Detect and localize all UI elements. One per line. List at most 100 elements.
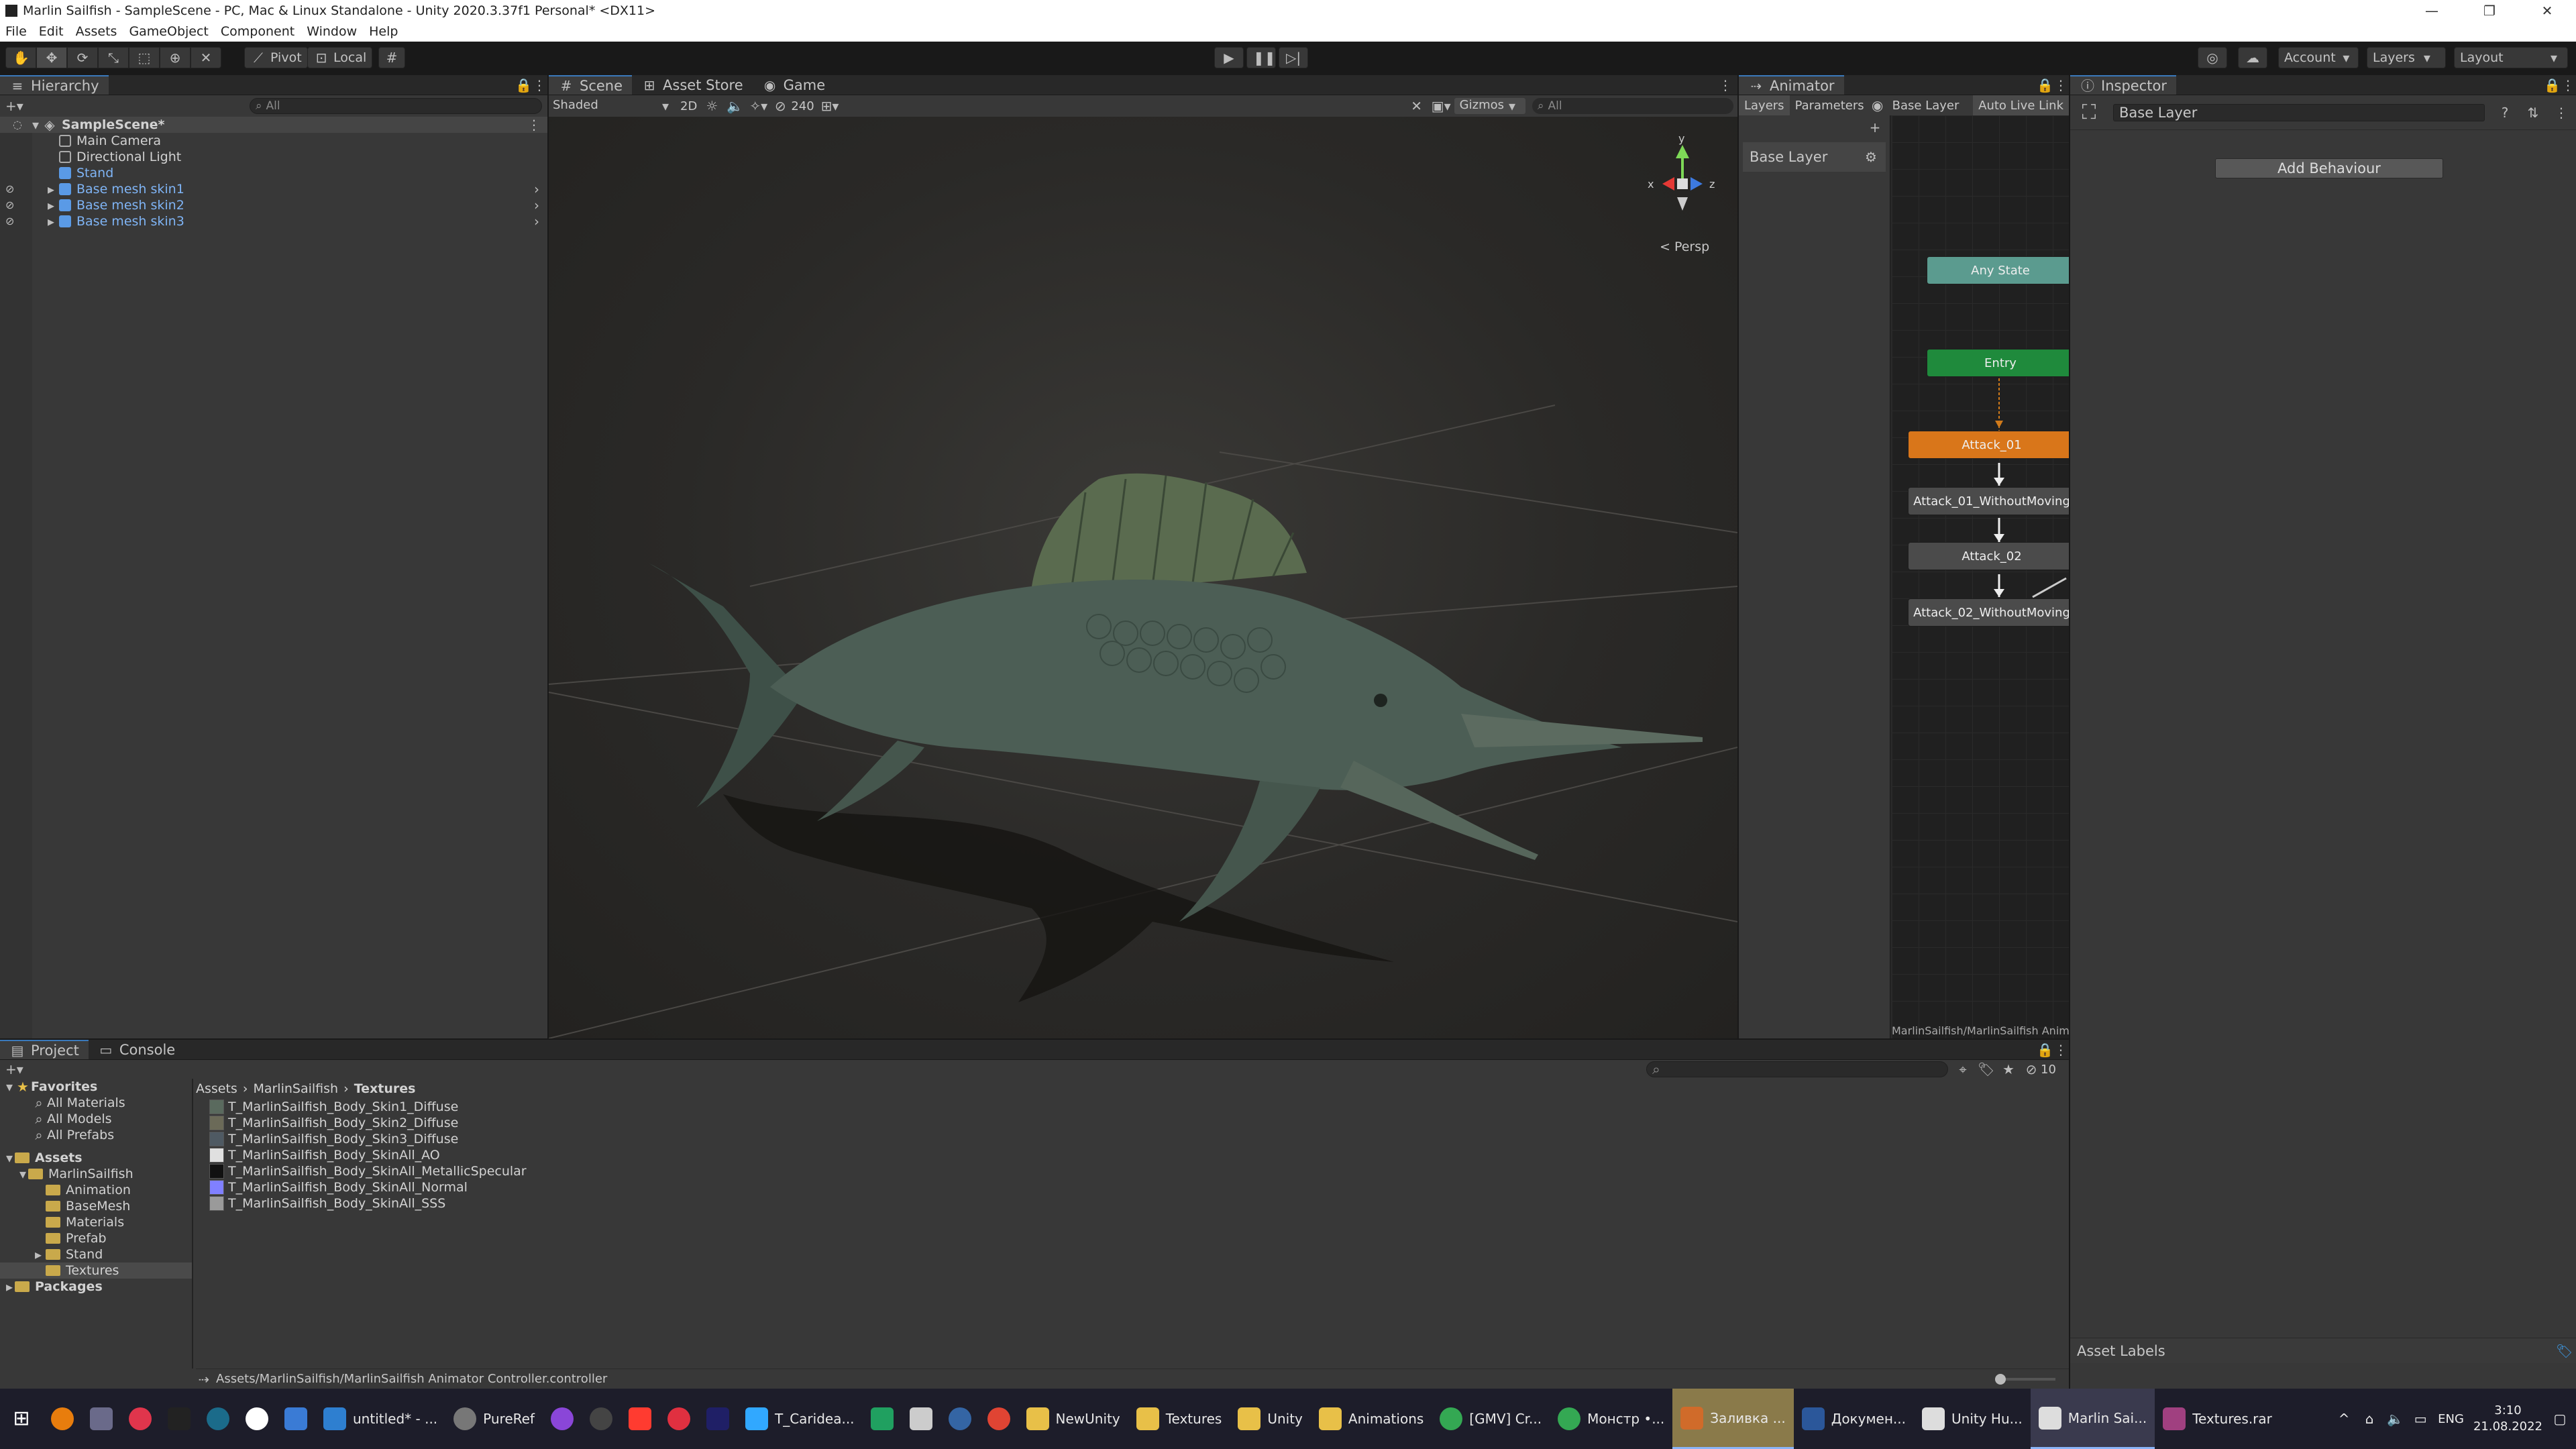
assets-root-row[interactable]: ▾ Assets	[0, 1150, 192, 1166]
chevron-right-icon[interactable]: ›	[529, 181, 545, 197]
tab-asset-store[interactable]: ⊞ Asset Store	[632, 75, 753, 95]
menu-edit[interactable]: Edit	[39, 24, 64, 39]
hidden-objects-counter[interactable]: ⊘ 240	[772, 98, 814, 114]
add-behaviour-button[interactable]: Add Behaviour	[2215, 158, 2443, 178]
folder-row-selected[interactable]: Textures	[0, 1263, 192, 1279]
close-button[interactable]: ✕	[2518, 3, 2576, 19]
move-tool-button[interactable]: ✥	[36, 47, 67, 68]
hierarchy-item[interactable]: ⊘ ▸ Base mesh skin1 ›	[0, 181, 547, 197]
favorite-item[interactable]: ⌕ All Prefabs	[0, 1127, 192, 1143]
taskbar-item[interactable]: Textures	[1128, 1389, 1230, 1449]
gear-icon[interactable]: ⚙	[1863, 149, 1879, 165]
chevron-right-icon[interactable]: ▸	[43, 213, 59, 229]
local-toggle[interactable]: ⊡ Local	[307, 47, 373, 68]
eye-icon[interactable]: ◉	[1870, 97, 1886, 113]
preset-icon[interactable]: ⇅	[2525, 105, 2541, 121]
filter-type-icon[interactable]: ⌖	[1955, 1061, 1971, 1077]
lock-icon[interactable]: 🔒	[2037, 77, 2053, 93]
hierarchy-item[interactable]: Directional Light	[0, 149, 547, 165]
add-icon[interactable]: +▾	[5, 98, 23, 114]
taskbar-app[interactable]	[43, 1389, 82, 1449]
chevron-up-icon[interactable]: ^	[2336, 1411, 2352, 1427]
collab-button[interactable]: ◎	[2198, 47, 2227, 68]
taskbar-app[interactable]	[276, 1389, 315, 1449]
taskbar-item[interactable]	[543, 1389, 582, 1449]
tab-game[interactable]: ◉ Game	[753, 75, 835, 95]
favorite-item[interactable]: ⌕ All Models	[0, 1111, 192, 1127]
file-row[interactable]: T_MarlinSailfish_Body_Skin3_Diffuse	[196, 1131, 2068, 1147]
breadcrumb-item[interactable]: Assets	[196, 1081, 237, 1096]
effects-icon[interactable]: ✧▾	[749, 98, 767, 114]
cloud-button[interactable]: ☁	[2238, 47, 2267, 68]
folder-row[interactable]: ▸ Stand	[0, 1246, 192, 1263]
taskbar-item[interactable]: Unity	[1230, 1389, 1311, 1449]
more-icon[interactable]: ⋮	[2053, 1042, 2069, 1058]
taskbar-item[interactable]: NewUnity	[1018, 1389, 1128, 1449]
battery-icon[interactable]: ▭	[2412, 1411, 2428, 1427]
menu-help[interactable]: Help	[369, 24, 398, 39]
hierarchy-item[interactable]: Stand	[0, 165, 547, 181]
tag-icon[interactable]: 🏷	[2556, 1343, 2573, 1359]
more-icon[interactable]: ⋮	[531, 77, 547, 93]
layers-dropdown[interactable]: Layers ▾	[2367, 47, 2446, 68]
2d-toggle[interactable]: 2D	[680, 99, 697, 113]
state-graph[interactable]: Any State Entry Attack_01 Attack_01_With…	[1892, 115, 2069, 1038]
chevron-right-icon[interactable]: ›	[529, 213, 545, 229]
chevron-down-icon[interactable]: ▾	[30, 117, 42, 133]
tools-icon[interactable]: ✕	[1409, 98, 1425, 114]
favorites-row[interactable]: ▾ ★ Favorites	[0, 1079, 192, 1095]
layer-name-field[interactable]: Base Layer	[2113, 103, 2485, 121]
chevron-right-icon[interactable]: ›	[529, 197, 545, 213]
file-row[interactable]: T_MarlinSailfish_Body_Skin2_Diffuse	[196, 1115, 2068, 1131]
taskbar-app[interactable]	[160, 1389, 199, 1449]
audio-icon[interactable]: 🔈	[727, 98, 743, 114]
shading-dropdown[interactable]: Shaded ▾	[553, 98, 674, 114]
more-icon[interactable]: ⋮	[2560, 77, 2576, 93]
hidden-eye-icon[interactable]: ⊘	[5, 181, 43, 197]
lock-icon[interactable]: 🔒	[2544, 77, 2561, 93]
chevron-right-icon[interactable]: ▸	[43, 181, 59, 197]
breadcrumb-item[interactable]: Textures	[354, 1081, 416, 1096]
state-attack-02[interactable]: Attack_02	[1908, 542, 2069, 570]
gizmos-dropdown[interactable]: Gizmos ▾	[1454, 98, 1525, 114]
scene-search-input[interactable]: ⌕ All	[1532, 98, 1733, 114]
file-row[interactable]: T_MarlinSailfish_Body_SkinAll_SSS	[196, 1195, 2068, 1212]
lock-icon[interactable]: 🔒	[515, 77, 532, 93]
taskbar-item[interactable]: untitled* - ...	[315, 1389, 445, 1449]
auto-live-link-toggle[interactable]: Auto Live Link	[1973, 95, 2069, 115]
hierarchy-search-input[interactable]: ⌕ All	[250, 98, 542, 114]
taskbar-item[interactable]	[979, 1389, 1018, 1449]
taskbar-item[interactable]	[902, 1389, 941, 1449]
hidden-packages-counter[interactable]: ⊘ 10	[2023, 1061, 2056, 1077]
hierarchy-item[interactable]: Main Camera	[0, 133, 547, 149]
more-icon[interactable]: ⋮	[2053, 77, 2069, 93]
transform-tool-button[interactable]: ⊕	[160, 47, 191, 68]
state-attack-01[interactable]: Attack_01	[1908, 431, 2069, 459]
step-button[interactable]: ▷|	[1279, 47, 1308, 68]
taskbar-item[interactable]	[621, 1389, 659, 1449]
layout-dropdown[interactable]: Layout ▾	[2454, 47, 2568, 68]
tab-parameters[interactable]: Parameters	[1790, 99, 1870, 113]
scene-gizmo[interactable]: y x z	[1648, 132, 1715, 211]
taskbar-app[interactable]	[237, 1389, 276, 1449]
animator-breadcrumb[interactable]: Base Layer	[1886, 99, 1966, 113]
zoom-slider-thumb[interactable]	[1995, 1373, 2006, 1385]
taskbar-item[interactable]: Докумен...	[1794, 1389, 1914, 1449]
language-indicator[interactable]: ENG	[2438, 1412, 2464, 1426]
minimize-button[interactable]: —	[2403, 3, 2461, 19]
add-icon[interactable]: +▾	[5, 1061, 23, 1077]
taskbar-item[interactable]	[582, 1389, 621, 1449]
project-search-input[interactable]: ⌕	[1646, 1061, 1948, 1077]
file-row[interactable]: T_MarlinSailfish_Body_Skin1_Diffuse	[196, 1099, 2068, 1115]
folder-row[interactable]: Materials	[0, 1214, 192, 1230]
pivot-toggle[interactable]: ⟋ Pivot	[244, 47, 308, 68]
favorite-item[interactable]: ⌕ All Materials	[0, 1095, 192, 1111]
clock[interactable]: 3:10 21.08.2022	[2473, 1403, 2542, 1435]
filter-label-icon[interactable]: 🏷	[1978, 1061, 1994, 1077]
tab-animator[interactable]: ⇢ Animator	[1739, 75, 1844, 95]
file-row[interactable]: T_MarlinSailfish_Body_SkinAll_Normal	[196, 1179, 2068, 1195]
hierarchy-item[interactable]: ⊘ ▸ Base mesh skin2 ›	[0, 197, 547, 213]
zoom-slider[interactable]	[1995, 1373, 2055, 1385]
custom-tool-button[interactable]: ✕	[191, 47, 221, 68]
folder-row[interactable]: BaseMesh	[0, 1198, 192, 1214]
